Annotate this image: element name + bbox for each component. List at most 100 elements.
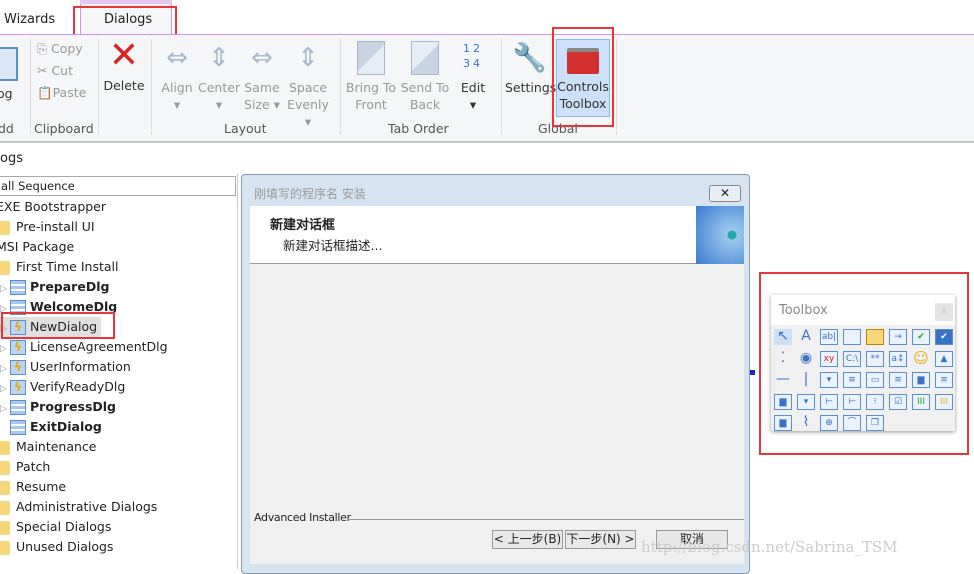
- spin-icon[interactable]: a↕: [889, 350, 907, 367]
- browse-folder-icon[interactable]: ▆: [774, 393, 792, 410]
- same-size-button[interactable]: ⇔ Same Size ▾: [242, 41, 282, 113]
- checked-checkbox-icon[interactable]: ✔: [935, 329, 953, 345]
- group-clipboard: Clipboard: [34, 121, 94, 136]
- checkbox-icon[interactable]: ✔: [912, 329, 930, 345]
- tree-item[interactable]: Patch: [0, 457, 50, 477]
- tree-item[interactable]: Special Dialogs: [0, 517, 111, 537]
- list-icon[interactable]: ≡: [843, 372, 861, 388]
- radio-group-icon[interactable]: ⁚: [774, 351, 792, 367]
- sequence-select[interactable]: all Sequence: [0, 176, 236, 196]
- copy-icon: ⎘: [37, 41, 51, 56]
- tree-item[interactable]: Maintenance: [0, 437, 97, 457]
- image-icon[interactable]: ▲: [935, 350, 953, 367]
- space-evenly-button[interactable]: ⇕ Space Evenly ▾: [284, 41, 332, 130]
- next-button[interactable]: 下一步(N) >: [565, 530, 636, 549]
- progress-green-icon[interactable]: III: [912, 393, 930, 410]
- volume-combo-icon[interactable]: ▭: [866, 372, 884, 388]
- center-button[interactable]: ⇕ Center ▾: [198, 41, 240, 113]
- splitter[interactable]: [237, 174, 238, 569]
- tab-wizards[interactable]: Wizards: [4, 0, 55, 36]
- brand-divider: [348, 519, 744, 520]
- tree-item[interactable]: Administrative Dialogs: [0, 497, 157, 517]
- tree-item[interactable]: ▷ ϟ VerifyReadyDlg: [0, 377, 125, 397]
- folder-icon: [0, 540, 10, 555]
- same-size-icon: ⇔: [251, 43, 273, 73]
- toolbox-close-button[interactable]: x: [935, 303, 953, 321]
- expand-arrow-icon[interactable]: ▷: [0, 379, 10, 399]
- bitmap-icon[interactable]: [866, 329, 884, 345]
- new-dialog-icon: ϟ: [10, 380, 26, 395]
- panel-icon[interactable]: [843, 329, 861, 345]
- directory-icon[interactable]: ▆: [774, 415, 792, 431]
- separator: [98, 39, 99, 135]
- db-list-icon[interactable]: ≡: [935, 372, 953, 388]
- tree-item[interactable]: Resume: [0, 477, 66, 497]
- web-icon[interactable]: ⊕: [820, 415, 838, 431]
- tree-item[interactable]: ▷ ϟ UserInformation: [0, 357, 131, 377]
- combo-icon[interactable]: ▾: [820, 372, 838, 388]
- label: Back: [409, 97, 441, 112]
- delete-button[interactable]: ✕ Delete: [102, 35, 146, 94]
- progress-yellow-icon[interactable]: III: [935, 393, 953, 410]
- tree-item[interactable]: ▷ PrepareDlg: [0, 277, 109, 297]
- scissors-icon: ✂: [37, 63, 52, 78]
- settings-button[interactable]: 🔧 Settings: [505, 41, 556, 96]
- paste-button[interactable]: 📋Paste: [37, 85, 86, 101]
- send-to-back-button[interactable]: Send To Back: [399, 41, 451, 113]
- dialog-icon: [0, 47, 18, 81]
- expand-arrow-icon[interactable]: ▷: [0, 279, 10, 299]
- dialog-icon: [10, 280, 26, 295]
- emoticon-icon[interactable]: ☺: [912, 350, 930, 367]
- tab-order-icon: 12 34: [463, 42, 483, 70]
- folder-list-icon[interactable]: ▆: [912, 372, 930, 388]
- pointer-icon[interactable]: ↖: [774, 329, 792, 345]
- check-list-icon[interactable]: ☑: [889, 393, 907, 410]
- text-icon[interactable]: A: [797, 329, 815, 345]
- tree-item[interactable]: Unused Dialogs: [0, 537, 113, 557]
- expand-arrow-icon[interactable]: ▷: [0, 359, 10, 379]
- resize-handle[interactable]: [750, 370, 755, 375]
- dynamic-text-icon[interactable]: xy: [820, 350, 838, 367]
- expand-arrow-icon[interactable]: ▷: [0, 339, 10, 359]
- password-icon[interactable]: **: [866, 350, 884, 367]
- tree-item[interactable]: ▷ ϟ LicenseAgreementDlg: [0, 337, 168, 357]
- cut-button[interactable]: ✂ Cut: [37, 63, 73, 78]
- tree-item[interactable]: EXE Bootstrapper: [0, 197, 106, 217]
- header-banner-image: [696, 206, 744, 264]
- tree-item[interactable]: MSI Package: [0, 237, 74, 257]
- edit-icon[interactable]: ab|: [820, 329, 838, 345]
- check-tree-icon[interactable]: ⊢: [843, 393, 861, 410]
- tab-header-icon[interactable]: ⌒: [843, 415, 861, 431]
- group-icon[interactable]: ❐: [866, 415, 884, 431]
- tree-icon[interactable]: ⊢: [820, 393, 838, 410]
- close-icon[interactable]: ✕: [709, 185, 741, 202]
- label: Align: [161, 80, 193, 95]
- copy-button[interactable]: ⎘ Copy: [37, 41, 83, 57]
- highlight-box: [1, 312, 115, 339]
- folder-icon: [0, 260, 10, 275]
- tree-item[interactable]: Pre-install UI: [0, 217, 95, 237]
- back-button[interactable]: < 上一步(B): [492, 530, 563, 549]
- expand-arrow-icon[interactable]: ▷: [0, 399, 10, 419]
- line-v-icon[interactable]: |: [797, 372, 815, 388]
- volume-list-icon[interactable]: ▾: [797, 393, 815, 410]
- bring-to-front-button[interactable]: Bring To Front: [344, 41, 398, 113]
- send-back-icon: [411, 41, 439, 75]
- add-dialog-button[interactable]: log: [0, 47, 18, 102]
- tree-item[interactable]: ExitDialog: [0, 417, 102, 437]
- feature-tree-icon[interactable]: ⁝: [866, 393, 884, 410]
- delete-x-icon: ✕: [108, 35, 140, 76]
- path-edit-icon[interactable]: C:\: [843, 350, 861, 367]
- tree-item[interactable]: First Time Install: [0, 257, 118, 277]
- label: Edit: [460, 80, 486, 95]
- tree-item-label: MSI Package: [0, 239, 75, 254]
- line-h-icon[interactable]: —: [774, 372, 792, 388]
- radio-icon[interactable]: ◉: [797, 351, 815, 367]
- tree-item-label: UserInformation: [30, 359, 131, 374]
- edit-tab-order-button[interactable]: 12 34 Edit ▾: [455, 41, 491, 113]
- hyperlink-icon[interactable]: ⌇: [797, 415, 815, 431]
- align-button[interactable]: ⇔ Align ▾: [158, 41, 196, 113]
- tree-item[interactable]: ▷ ProgressDlg: [0, 397, 116, 417]
- checklist-icon[interactable]: ≡: [889, 372, 907, 388]
- button-icon[interactable]: →: [889, 329, 907, 345]
